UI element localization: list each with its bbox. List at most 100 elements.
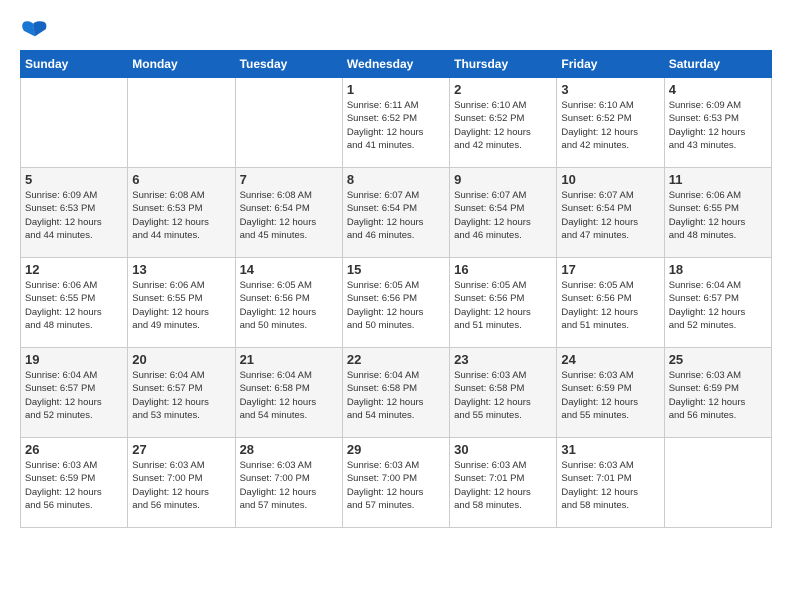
calendar-cell: 22Sunrise: 6:04 AMSunset: 6:58 PMDayligh… [342,348,449,438]
day-number: 6 [132,172,230,187]
cell-info: Sunrise: 6:05 AMSunset: 6:56 PMDaylight:… [240,279,338,332]
logo-icon [20,20,48,40]
day-number: 30 [454,442,552,457]
sunrise-text: Sunrise: 6:03 AM [132,460,204,471]
calendar-table: SundayMondayTuesdayWednesdayThursdayFrid… [20,50,772,528]
calendar-week-1: 1Sunrise: 6:11 AMSunset: 6:52 PMDaylight… [21,78,772,168]
cell-info: Sunrise: 6:10 AMSunset: 6:52 PMDaylight:… [454,99,552,152]
calendar-cell [664,438,771,528]
day-number: 13 [132,262,230,277]
day-number: 14 [240,262,338,277]
calendar-cell: 2Sunrise: 6:10 AMSunset: 6:52 PMDaylight… [450,78,557,168]
daylight-text: Daylight: 12 hoursand 50 minutes. [347,307,424,331]
sunrise-text: Sunrise: 6:10 AM [454,100,526,111]
daylight-text: Daylight: 12 hoursand 46 minutes. [347,217,424,241]
sunrise-text: Sunrise: 6:09 AM [669,100,741,111]
daylight-text: Daylight: 12 hoursand 41 minutes. [347,127,424,151]
weekday-header-monday: Monday [128,51,235,78]
cell-info: Sunrise: 6:08 AMSunset: 6:53 PMDaylight:… [132,189,230,242]
calendar-cell [128,78,235,168]
calendar-cell [21,78,128,168]
day-number: 12 [25,262,123,277]
cell-info: Sunrise: 6:11 AMSunset: 6:52 PMDaylight:… [347,99,445,152]
sunrise-text: Sunrise: 6:03 AM [25,460,97,471]
cell-info: Sunrise: 6:03 AMSunset: 6:58 PMDaylight:… [454,369,552,422]
day-number: 27 [132,442,230,457]
sunset-text: Sunset: 6:56 PM [240,293,310,304]
day-number: 31 [561,442,659,457]
daylight-text: Daylight: 12 hoursand 47 minutes. [561,217,638,241]
cell-info: Sunrise: 6:09 AMSunset: 6:53 PMDaylight:… [669,99,767,152]
cell-info: Sunrise: 6:03 AMSunset: 6:59 PMDaylight:… [561,369,659,422]
day-number: 4 [669,82,767,97]
cell-info: Sunrise: 6:04 AMSunset: 6:58 PMDaylight:… [347,369,445,422]
weekday-header-thursday: Thursday [450,51,557,78]
sunset-text: Sunset: 6:55 PM [25,293,95,304]
sunset-text: Sunset: 6:55 PM [669,203,739,214]
calendar-cell: 16Sunrise: 6:05 AMSunset: 6:56 PMDayligh… [450,258,557,348]
sunrise-text: Sunrise: 6:06 AM [25,280,97,291]
cell-info: Sunrise: 6:05 AMSunset: 6:56 PMDaylight:… [454,279,552,332]
sunrise-text: Sunrise: 6:08 AM [240,190,312,201]
cell-info: Sunrise: 6:07 AMSunset: 6:54 PMDaylight:… [454,189,552,242]
cell-info: Sunrise: 6:03 AMSunset: 6:59 PMDaylight:… [669,369,767,422]
daylight-text: Daylight: 12 hoursand 51 minutes. [454,307,531,331]
cell-info: Sunrise: 6:07 AMSunset: 6:54 PMDaylight:… [561,189,659,242]
sunset-text: Sunset: 6:52 PM [561,113,631,124]
sunrise-text: Sunrise: 6:05 AM [347,280,419,291]
sunset-text: Sunset: 6:57 PM [25,383,95,394]
calendar-cell: 18Sunrise: 6:04 AMSunset: 6:57 PMDayligh… [664,258,771,348]
sunset-text: Sunset: 6:59 PM [669,383,739,394]
calendar-cell: 29Sunrise: 6:03 AMSunset: 7:00 PMDayligh… [342,438,449,528]
day-number: 7 [240,172,338,187]
calendar-cell: 24 Sunrise: 6:03 AMSunset: 6:59 PMDayligh… [557,348,664,438]
sunset-text: Sunset: 6:53 PM [25,203,95,214]
cell-info: Sunrise: 6:03 AMSunset: 6:59 PMDaylight:… [25,459,123,512]
sunrise-text: Sunrise: 6:06 AM [132,280,204,291]
sunset-text: Sunset: 7:01 PM [561,473,631,484]
sunrise-text: Sunrise: 6:03 AM [669,370,741,381]
sunrise-text: Sunrise: 6:03 AM [454,460,526,471]
day-number: 24 [561,352,659,367]
calendar-cell: 6 Sunrise: 6:08 AMSunset: 6:53 PMDaylight… [128,168,235,258]
day-number: 19 [25,352,123,367]
sunset-text: Sunset: 6:54 PM [561,203,631,214]
cell-info: Sunrise: 6:04 AMSunset: 6:57 PMDaylight:… [25,369,123,422]
day-number: 11 [669,172,767,187]
cell-info: Sunrise: 6:06 AMSunset: 6:55 PMDaylight:… [25,279,123,332]
day-number: 28 [240,442,338,457]
sunset-text: Sunset: 7:00 PM [132,473,202,484]
calendar-cell: 20Sunrise: 6:04 AMSunset: 6:57 PMDayligh… [128,348,235,438]
daylight-text: Daylight: 12 hoursand 43 minutes. [669,127,746,151]
sunrise-text: Sunrise: 6:03 AM [561,460,633,471]
calendar-cell: 10 Sunrise: 6:07 AMSunset: 6:54 PMDayligh… [557,168,664,258]
calendar-week-4: 19 Sunrise: 6:04 AMSunset: 6:57 PMDayligh… [21,348,772,438]
sunrise-text: Sunrise: 6:03 AM [454,370,526,381]
calendar-cell: 26Sunrise: 6:03 AMSunset: 6:59 PMDayligh… [21,438,128,528]
sunset-text: Sunset: 6:54 PM [454,203,524,214]
sunrise-text: Sunrise: 6:10 AM [561,100,633,111]
sunrise-text: Sunrise: 6:09 AM [25,190,97,201]
daylight-text: Daylight: 12 hoursand 56 minutes. [132,487,209,511]
day-number: 10 [561,172,659,187]
sunset-text: Sunset: 6:57 PM [132,383,202,394]
sunset-text: Sunset: 6:54 PM [347,203,417,214]
cell-info: Sunrise: 6:05 AMSunset: 6:56 PMDaylight:… [561,279,659,332]
calendar-cell: 11Sunrise: 6:06 AMSunset: 6:55 PMDayligh… [664,168,771,258]
day-number: 15 [347,262,445,277]
calendar-cell: 25Sunrise: 6:03 AMSunset: 6:59 PMDayligh… [664,348,771,438]
sunset-text: Sunset: 6:58 PM [454,383,524,394]
sunrise-text: Sunrise: 6:04 AM [669,280,741,291]
daylight-text: Daylight: 12 hoursand 44 minutes. [25,217,102,241]
day-number: 9 [454,172,552,187]
sunset-text: Sunset: 6:56 PM [347,293,417,304]
daylight-text: Daylight: 12 hoursand 46 minutes. [454,217,531,241]
calendar-cell: 27 Sunrise: 6:03 AM Sunset: 7:00 PM Dayligh… [128,438,235,528]
sunset-text: Sunset: 6:59 PM [25,473,95,484]
calendar-cell: 13Sunrise: 6:06 AMSunset: 6:55 PMDayligh… [128,258,235,348]
day-number: 20 [132,352,230,367]
day-number: 21 [240,352,338,367]
daylight-text: Daylight: 12 hoursand 42 minutes. [561,127,638,151]
daylight-text: Daylight: 12 hoursand 49 minutes. [132,307,209,331]
sunset-text: Sunset: 6:58 PM [347,383,417,394]
